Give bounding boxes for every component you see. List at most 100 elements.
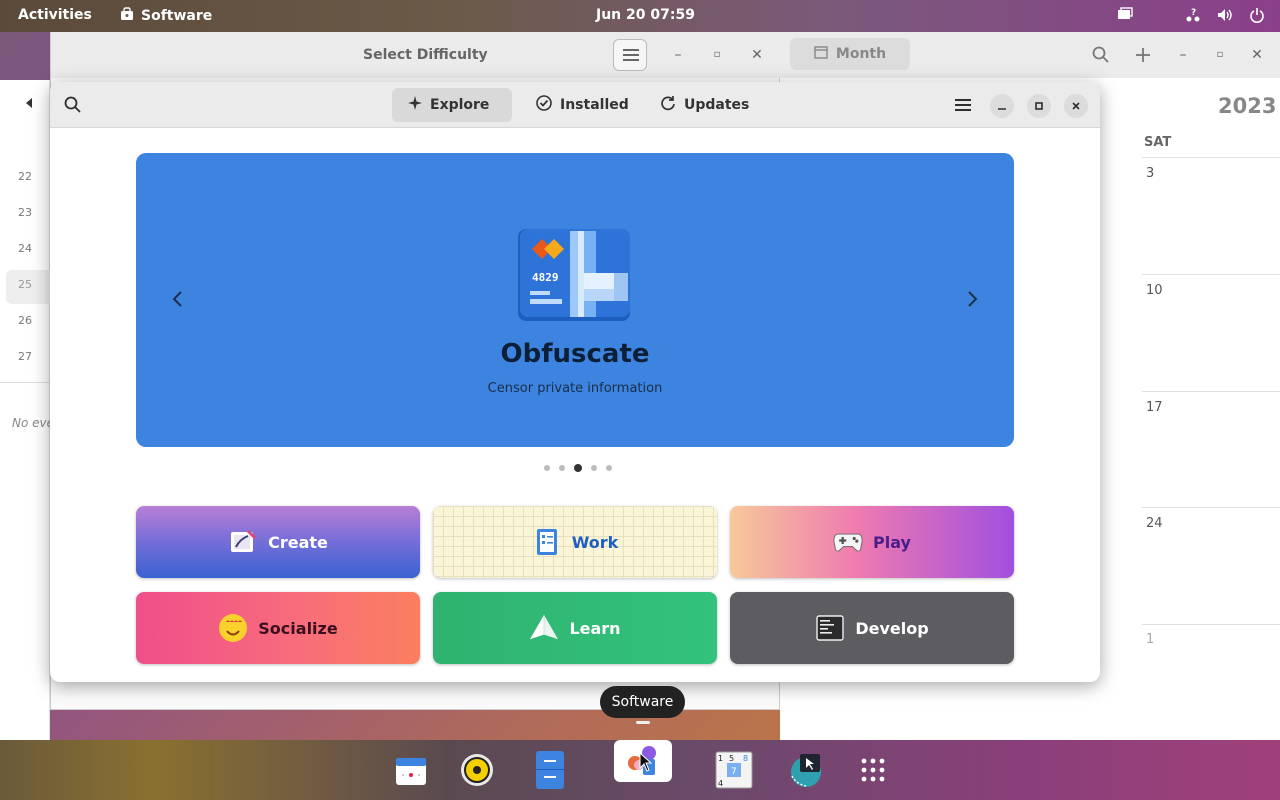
divider xyxy=(1142,274,1280,275)
close-button[interactable]: ✕ xyxy=(745,43,769,67)
week-number: 24 xyxy=(18,242,32,255)
close-button[interactable]: ✕ xyxy=(1245,43,1269,67)
carousel-dot-active[interactable] xyxy=(574,464,582,472)
maximize-button[interactable] xyxy=(1027,94,1051,118)
category-create[interactable]: Create xyxy=(136,506,420,578)
search-icon[interactable] xyxy=(64,96,82,118)
gamepad-icon xyxy=(833,527,863,557)
maximize-button[interactable]: ▫ xyxy=(705,43,729,67)
maximize-button[interactable]: ▫ xyxy=(1208,43,1232,67)
sudoku-headerbar: Select Difficulty – ▫ ✕ xyxy=(51,32,781,78)
tab-label: Installed xyxy=(560,97,629,113)
files-app-icon xyxy=(536,751,564,789)
volume-icon[interactable] xyxy=(1216,6,1234,24)
obfuscate-app-icon: 4829 xyxy=(518,229,634,327)
dock-calendar[interactable] xyxy=(385,744,437,796)
category-label: Create xyxy=(268,532,328,552)
carousel-dot[interactable] xyxy=(559,465,565,471)
date-cell[interactable]: 3 xyxy=(1146,166,1154,181)
dock-files[interactable] xyxy=(524,744,576,796)
sparkle-icon xyxy=(408,96,422,114)
carousel-previous-icon[interactable] xyxy=(168,289,188,309)
featured-app-name: Obfuscate xyxy=(500,339,650,369)
svg-text:8: 8 xyxy=(743,754,748,763)
minimize-button[interactable] xyxy=(990,94,1014,118)
show-apps-button[interactable] xyxy=(847,744,899,796)
dock-rhythmbox[interactable] xyxy=(451,744,503,796)
add-event-icon[interactable] xyxy=(1134,46,1152,68)
screenshot-app-icon xyxy=(791,754,821,787)
previous-month-icon[interactable] xyxy=(24,94,34,113)
category-label: Work xyxy=(571,532,619,552)
tab-updates[interactable]: Updates xyxy=(644,88,765,122)
check-circle-icon xyxy=(536,95,552,115)
power-icon[interactable] xyxy=(1248,6,1266,24)
date-cell[interactable]: 10 xyxy=(1146,283,1163,298)
svg-text:4: 4 xyxy=(718,779,723,788)
mouse-pointer-icon xyxy=(639,751,653,776)
running-indicator xyxy=(636,721,650,724)
hamburger-icon[interactable] xyxy=(955,97,971,116)
network-help-icon[interactable]: ? xyxy=(1184,6,1202,24)
rhythmbox-app-icon xyxy=(461,754,493,786)
clock[interactable]: Jun 20 07:59 xyxy=(596,7,695,23)
refresh-icon xyxy=(660,95,676,115)
divider xyxy=(1142,624,1280,625)
carousel-indicator xyxy=(544,464,612,472)
svg-text:7: 7 xyxy=(731,767,737,777)
date-cell[interactable]: 24 xyxy=(1146,516,1163,531)
category-label: Develop xyxy=(855,618,929,638)
category-develop[interactable]: Develop xyxy=(730,592,1014,664)
tab-explore[interactable]: Explore xyxy=(392,88,512,122)
week-number: 25 xyxy=(18,278,32,291)
dock-screenshot[interactable] xyxy=(780,744,832,796)
category-socialize[interactable]: Socialize xyxy=(136,592,420,664)
sudoku-app-icon: 1 5 874 xyxy=(715,751,753,789)
date-cell[interactable]: 17 xyxy=(1146,400,1163,415)
search-icon[interactable] xyxy=(1092,46,1110,68)
category-label: Play xyxy=(873,532,911,552)
dock-sudoku[interactable]: 15874 xyxy=(708,744,760,796)
app-menu[interactable]: Software xyxy=(120,7,212,25)
week-number: 27 xyxy=(18,350,32,363)
screen-share-icon[interactable] xyxy=(1116,6,1134,24)
terminal-icon xyxy=(815,613,845,643)
carousel-dot[interactable] xyxy=(606,465,612,471)
close-button[interactable] xyxy=(1064,94,1088,118)
week-number: 23 xyxy=(18,206,32,219)
carousel-dot[interactable] xyxy=(591,465,597,471)
activities-button[interactable]: Activities xyxy=(18,7,92,23)
divider xyxy=(1142,391,1280,392)
category-work[interactable]: Work xyxy=(433,506,717,578)
divider xyxy=(0,382,50,383)
calendar-sidebar: 22 23 24 25 26 27 No eve xyxy=(0,80,54,740)
svg-text:5: 5 xyxy=(729,754,734,763)
carousel-dot[interactable] xyxy=(544,465,550,471)
minimize-button[interactable]: – xyxy=(666,43,690,67)
calendar-grid-icon xyxy=(814,45,828,63)
carousel-next-icon[interactable] xyxy=(962,289,982,309)
tab-label: Explore xyxy=(430,97,490,113)
work-icon xyxy=(532,527,562,557)
system-tray[interactable]: ? xyxy=(1116,6,1266,24)
paper-plane-icon xyxy=(529,613,559,643)
software-headerbar: Explore Installed Updates xyxy=(50,82,1100,128)
month-view-button[interactable]: Month xyxy=(790,38,910,70)
divider xyxy=(1142,507,1280,508)
minimize-button[interactable]: – xyxy=(1171,43,1195,67)
category-learn[interactable]: Learn xyxy=(433,592,717,664)
featured-carousel[interactable]: 4829 Obfuscate Censor private informatio… xyxy=(136,153,1014,447)
top-bar: Activities Software Jun 20 07:59 ? xyxy=(0,0,1280,32)
svg-text:4829: 4829 xyxy=(532,271,559,284)
featured-app-description: Censor private information xyxy=(487,381,663,396)
date-cell[interactable]: 1 xyxy=(1146,632,1154,647)
app-grid-icon xyxy=(861,758,885,782)
software-window: Explore Installed Updates 4829 Obfuscate… xyxy=(50,82,1100,682)
sudoku-title: Select Difficulty xyxy=(363,47,488,63)
svg-text:1: 1 xyxy=(718,754,723,763)
no-events-label: No eve xyxy=(12,416,54,430)
tab-installed[interactable]: Installed xyxy=(520,88,645,122)
category-play[interactable]: Play xyxy=(730,506,1014,578)
tab-label: Updates xyxy=(684,97,750,113)
sudoku-menu-button[interactable] xyxy=(613,39,647,71)
